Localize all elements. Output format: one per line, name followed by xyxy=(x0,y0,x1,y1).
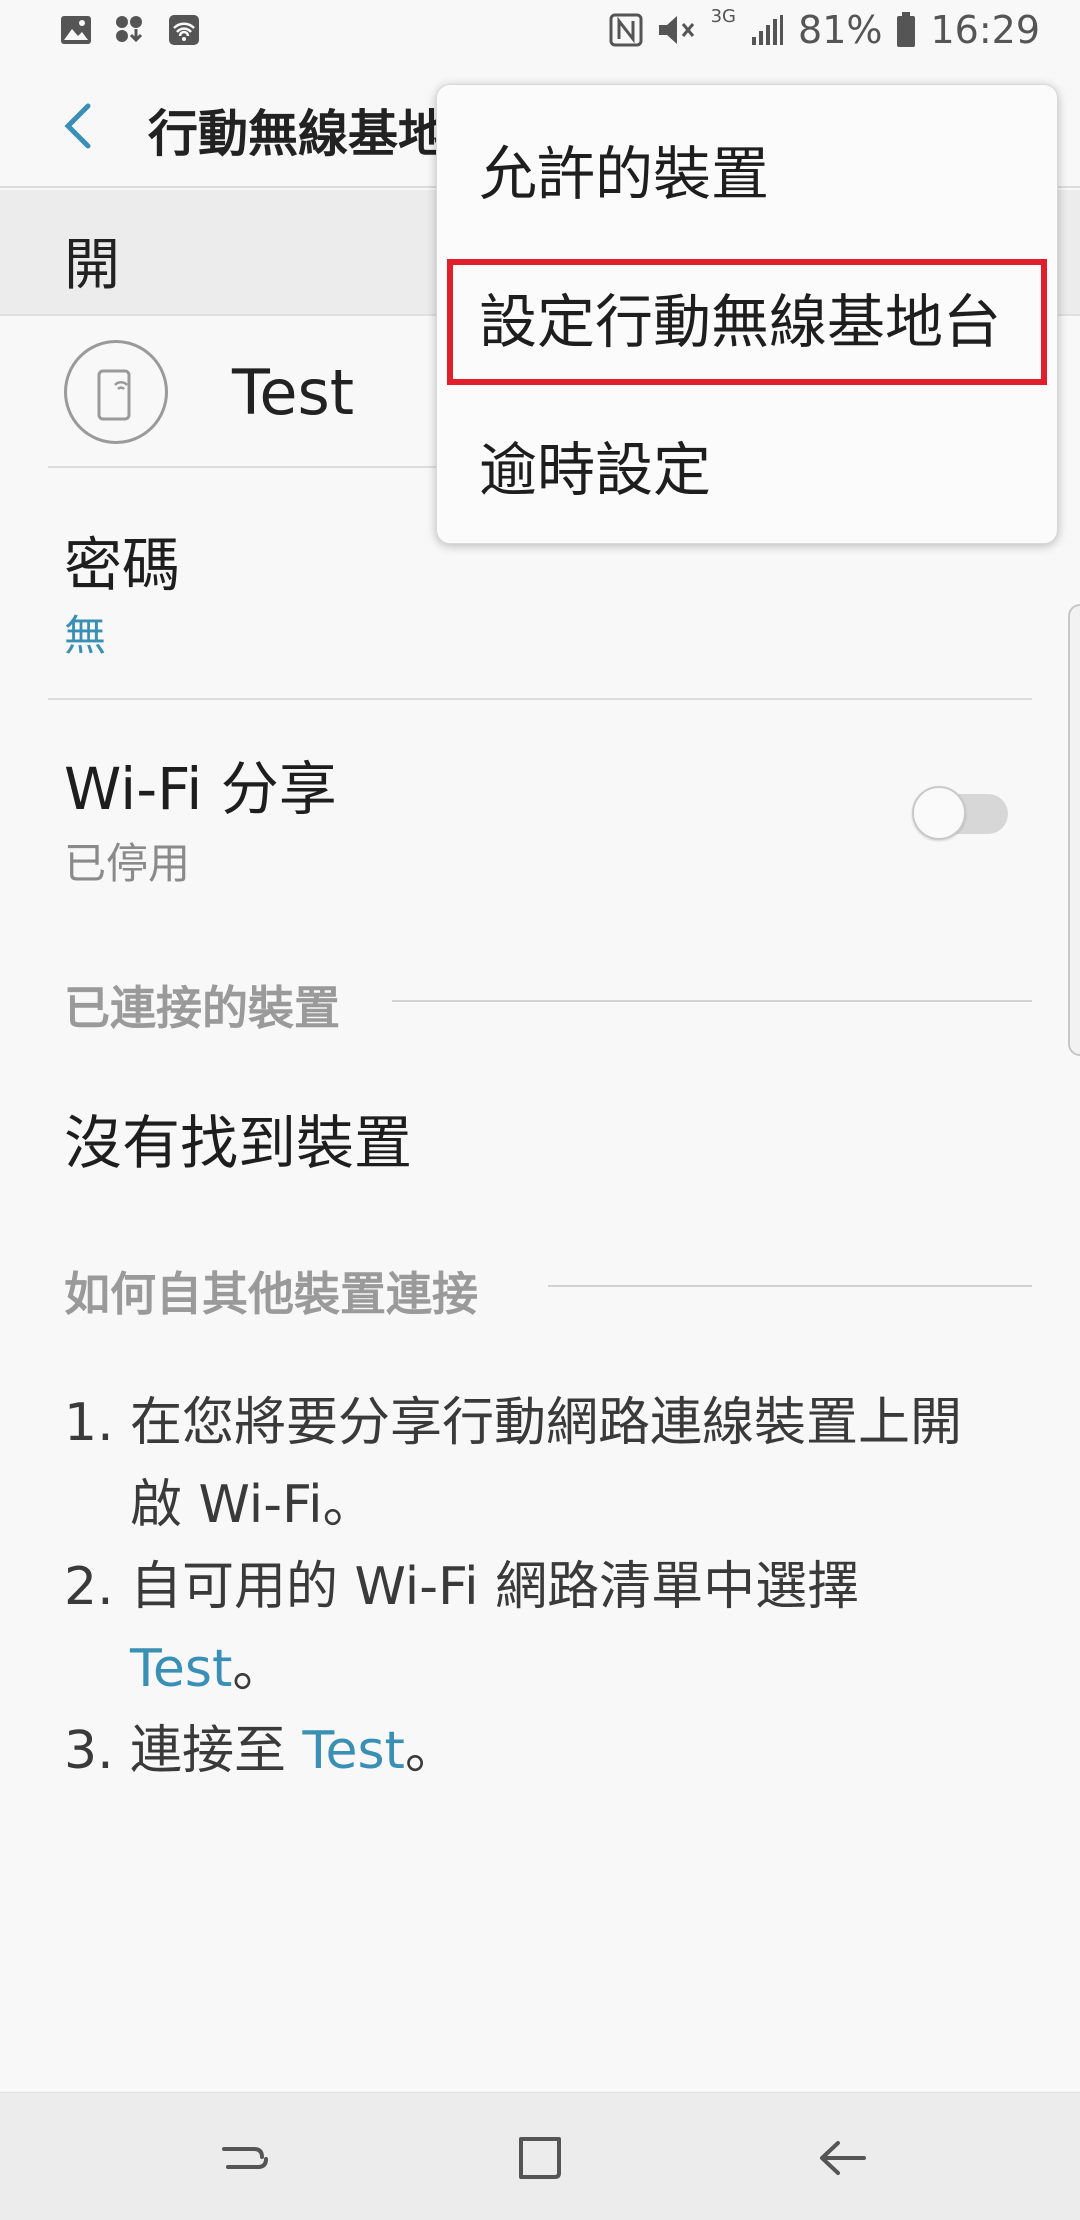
section-divider xyxy=(392,1000,1032,1002)
battery-icon xyxy=(897,12,916,47)
network-type: 3G xyxy=(710,5,737,27)
recent-apps-button[interactable] xyxy=(210,2123,280,2193)
battery-percent: 81% xyxy=(798,8,883,52)
home-button[interactable] xyxy=(505,2123,575,2193)
step-suffix: 。 xyxy=(404,1721,457,1781)
back-button[interactable] xyxy=(48,94,112,158)
wifi-sharing-status: 已停用 xyxy=(64,839,191,888)
step-3: 3. 連接至 Test。 xyxy=(64,1710,1044,1792)
clock: 16:29 xyxy=(930,8,1040,52)
connected-devices-header: 已連接的裝置 xyxy=(64,981,340,1035)
wifi-sharing-row[interactable]: Wi-Fi 分享 已停用 xyxy=(0,700,1080,900)
no-devices-text: 沒有找到裝置 xyxy=(64,1109,413,1177)
password-label: 密碼 xyxy=(64,531,181,599)
step-text: 連接至 xyxy=(130,1721,303,1781)
network-avatar xyxy=(64,340,168,444)
step-2: 2. 自可用的 Wi-Fi 網路清單中選擇 Test。 xyxy=(64,1546,1044,1710)
master-switch-label: 開 xyxy=(64,233,120,298)
password-value: 無 xyxy=(64,611,107,660)
notification-icons xyxy=(60,14,200,46)
mute-icon xyxy=(658,16,694,44)
network-link: Test xyxy=(130,1639,233,1699)
wifi-sharing-toggle[interactable] xyxy=(912,786,1008,840)
screen: 3G 81% 16:29 行動無線基地台 開 Test 密碼 無 Wi-Fi 分… xyxy=(0,0,1080,2220)
step-1: 1. 在您將要分享行動網路連線裝置上開 啟 Wi-Fi。 xyxy=(64,1382,1044,1546)
how-to-connect-header: 如何自其他裝置連接 xyxy=(64,1267,478,1321)
gallery-icon xyxy=(61,16,91,44)
network-name: Test xyxy=(232,356,355,429)
menu-item-timeout-settings[interactable]: 逾時設定 xyxy=(437,395,1059,545)
network-link: Test xyxy=(302,1721,405,1781)
home-icon xyxy=(519,2137,561,2179)
system-icons: 3G 81% 16:29 xyxy=(609,5,1040,52)
status-bar: 3G 81% 16:29 xyxy=(0,0,1080,64)
chevron-left-icon xyxy=(64,103,91,149)
section-divider xyxy=(548,1285,1032,1287)
edge-panel-handle[interactable] xyxy=(1068,604,1080,1056)
step-text: 啟 Wi-Fi。 xyxy=(130,1475,375,1535)
step-number: 2. xyxy=(64,1557,114,1617)
recent-apps-icon xyxy=(222,2147,268,2169)
hotspot-icon xyxy=(169,15,199,45)
step-number: 1. xyxy=(64,1393,114,1453)
highlight-box xyxy=(447,259,1047,385)
wifi-sharing-label: Wi-Fi 分享 xyxy=(64,755,337,823)
step-text: 在您將要分享行動網路連線裝置上開 xyxy=(130,1393,963,1453)
overflow-menu: 允許的裝置 設定行動無線基地台 逾時設定 xyxy=(436,84,1058,544)
back-nav-button[interactable] xyxy=(808,2123,878,2193)
step-suffix: 。 xyxy=(232,1639,285,1699)
signal-icon xyxy=(752,15,784,45)
phone-hotspot-icon xyxy=(97,369,131,421)
step-number: 3. xyxy=(64,1721,114,1781)
connection-steps: 1. 在您將要分享行動網路連線裝置上開 啟 Wi-Fi。 2. 自可用的 Wi-… xyxy=(64,1382,1044,1792)
nfc-icon xyxy=(609,13,643,47)
step-text: 自可用的 Wi-Fi 網路清單中選擇 xyxy=(130,1557,860,1617)
menu-item-allowed-devices[interactable]: 允許的裝置 xyxy=(437,99,1059,249)
back-arrow-icon xyxy=(820,2141,866,2175)
toggle-thumb xyxy=(912,786,966,840)
download-apps-icon xyxy=(116,16,143,43)
navigation-bar xyxy=(0,2092,1080,2220)
